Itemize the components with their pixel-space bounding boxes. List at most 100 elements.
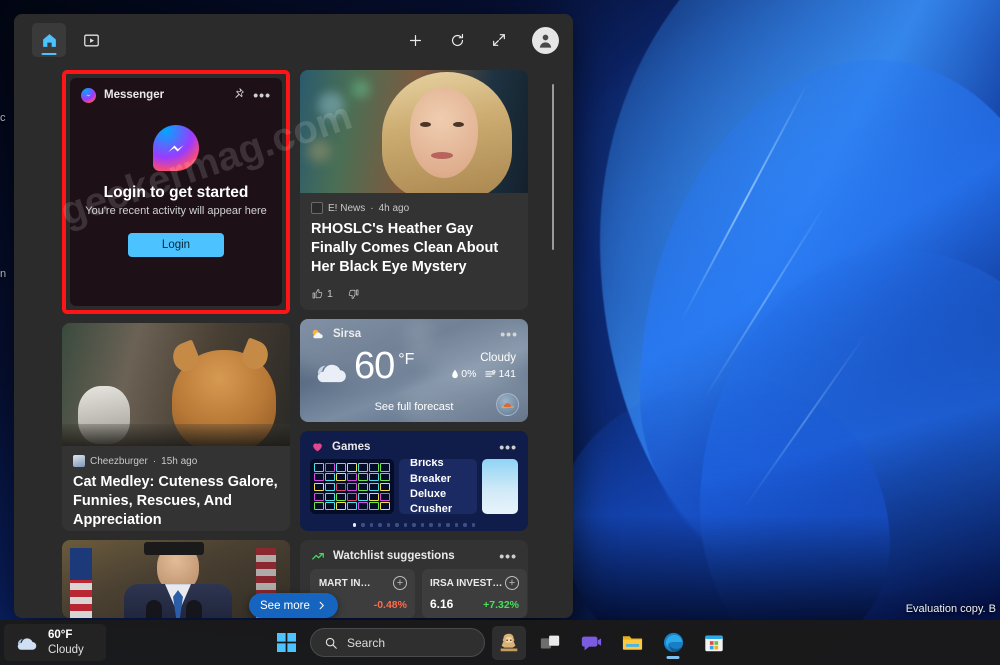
see-more-button[interactable]: See more xyxy=(249,593,338,618)
carousel-dots xyxy=(300,523,528,527)
news-card-cheezburger[interactable]: Cheezburger · 15h ago Cat Medley: Cutene… xyxy=(62,323,290,532)
widgets-panel: Messenger ••• Login to get started You'r… xyxy=(14,14,573,618)
news-time: 15h ago xyxy=(161,455,198,467)
game-thumbnail[interactable] xyxy=(310,459,394,515)
brick xyxy=(336,502,346,511)
brick xyxy=(336,482,346,492)
see-full-forecast-link[interactable]: See full forecast xyxy=(300,401,528,413)
news-card-enews[interactable]: E! News · 4h ago RHOSLC's Heather Gay Fi… xyxy=(300,70,528,310)
microphone-icon xyxy=(146,600,162,618)
brick xyxy=(358,492,368,501)
windows-logo-icon xyxy=(276,633,296,652)
account-avatar[interactable] xyxy=(532,26,559,54)
carousel-dot[interactable] xyxy=(386,523,391,527)
carousel-dot[interactable] xyxy=(420,523,425,527)
copilot-button[interactable] xyxy=(492,625,526,660)
desktop-icon-label-fragment: n xyxy=(0,268,7,280)
microsoft-store-button[interactable] xyxy=(697,626,731,660)
stock-item[interactable]: IRSA INVEST… + 6.16 +7.32% xyxy=(422,569,527,618)
add-widget-button[interactable] xyxy=(400,25,430,55)
carousel-dot[interactable] xyxy=(437,523,442,527)
dot-separator: · xyxy=(152,455,157,467)
dislike-button[interactable] xyxy=(348,288,364,300)
carousel-dot[interactable] xyxy=(471,523,476,527)
air-quality-value: 141 xyxy=(498,367,516,380)
next-game-thumbnail[interactable] xyxy=(482,459,518,515)
brick xyxy=(325,502,335,511)
add-stock-button[interactable]: + xyxy=(393,576,407,591)
carousel-dot[interactable] xyxy=(403,523,408,527)
games-menu-button[interactable]: ••• xyxy=(499,440,517,454)
feed-column-left: Messenger ••• Login to get started You'r… xyxy=(62,70,290,618)
video-play-icon xyxy=(83,34,99,46)
refresh-button[interactable] xyxy=(442,25,472,55)
expand-button[interactable] xyxy=(484,25,514,55)
games-widget[interactable]: Games ••• Bricks Breaker Deluxe Crusher xyxy=(300,431,528,532)
edge-browser-button[interactable] xyxy=(656,626,690,660)
bokeh-light xyxy=(308,140,330,162)
carousel-dot[interactable] xyxy=(463,523,467,527)
featured-game-title[interactable]: Bricks Breaker Deluxe Crusher xyxy=(399,459,477,515)
news-body: E! News · 4h ago RHOSLC's Heather Gay Fi… xyxy=(300,193,528,310)
messenger-menu-button[interactable]: ••• xyxy=(253,88,271,102)
games-header: Games ••• xyxy=(300,431,528,459)
pin-button[interactable] xyxy=(232,87,245,103)
messenger-bolt-icon xyxy=(85,93,91,96)
task-view-button[interactable] xyxy=(533,626,567,660)
carousel-dot[interactable] xyxy=(412,523,416,527)
messenger-heading: Login to get started xyxy=(103,184,249,201)
source-logo-icon xyxy=(73,455,85,467)
messenger-widget-highlight: Messenger ••• Login to get started You'r… xyxy=(62,70,290,314)
search-input[interactable]: Search xyxy=(310,628,485,657)
carousel-dot[interactable] xyxy=(446,523,450,527)
news-thumbnail xyxy=(62,323,290,446)
weather-widget[interactable]: Sirsa ••• 60 °F Cloudy 0% 141 See full f… xyxy=(300,318,528,423)
news-source: E! News xyxy=(328,202,366,214)
news-time: 4h ago xyxy=(378,202,410,214)
bokeh-light xyxy=(318,92,344,118)
start-button[interactable] xyxy=(269,626,303,660)
taskbar: 60°F Cloudy Search xyxy=(0,620,1000,665)
like-button[interactable]: 1 xyxy=(311,288,333,300)
person-icon xyxy=(539,34,552,48)
messenger-widget[interactable]: Messenger ••• Login to get started You'r… xyxy=(70,78,282,306)
brick xyxy=(325,473,335,482)
carousel-dot[interactable] xyxy=(361,523,365,527)
brick xyxy=(347,502,357,511)
carousel-dot[interactable] xyxy=(352,523,357,527)
watchlist-menu-button[interactable]: ••• xyxy=(499,549,517,563)
water-drop-icon xyxy=(452,369,459,378)
stock-price: 6.16 xyxy=(430,597,454,612)
brick xyxy=(347,492,357,501)
carousel-dot[interactable] xyxy=(369,523,374,527)
desktop-icon-label-fragment: c xyxy=(0,112,6,124)
messenger-header: Messenger ••• xyxy=(70,78,282,109)
carousel-dot[interactable] xyxy=(429,523,433,527)
chat-teams-icon xyxy=(581,636,602,650)
search-placeholder: Search xyxy=(347,635,386,650)
tab-video[interactable] xyxy=(74,23,108,57)
plus-icon xyxy=(409,34,421,46)
carousel-dot[interactable] xyxy=(454,523,459,527)
brick xyxy=(358,502,368,511)
file-explorer-button[interactable] xyxy=(615,626,649,660)
brick xyxy=(358,482,368,492)
add-stock-button[interactable]: + xyxy=(505,576,519,591)
brick xyxy=(314,473,324,482)
taskbar-weather-widget[interactable]: 60°F Cloudy xyxy=(4,624,106,661)
carousel-dot[interactable] xyxy=(395,523,399,527)
copilot-icon xyxy=(500,633,518,651)
trending-up-icon xyxy=(312,553,324,560)
login-button[interactable]: Login xyxy=(128,233,224,257)
news-source-row: Cheezburger · 15h ago xyxy=(73,455,279,467)
brick xyxy=(325,482,335,492)
brick xyxy=(380,482,390,492)
see-more-label: See more xyxy=(260,599,310,612)
brick xyxy=(336,492,346,501)
chat-teams-button[interactable] xyxy=(574,626,608,660)
weather-main: 60 °F xyxy=(312,347,414,386)
brick xyxy=(380,463,390,472)
flag-shape xyxy=(70,548,92,581)
tab-home[interactable] xyxy=(32,23,66,57)
carousel-dot[interactable] xyxy=(378,523,382,527)
